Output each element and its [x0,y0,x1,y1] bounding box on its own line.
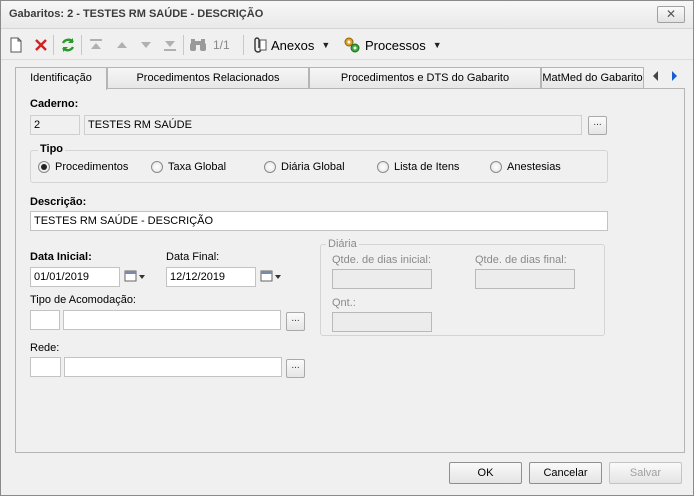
title-bar: Gabaritos: 2 - TESTES RM SAÚDE - DESCRIÇ… [1,1,693,29]
rede-label: Rede: [30,342,60,354]
data-inicial-input[interactable]: 01/01/2019 [30,267,120,287]
record-pager: 1/1 [213,38,230,52]
qtde-dias-final-label: Qtde. de dias final: [475,254,567,266]
toolbar-separator [183,35,184,55]
qtde-dias-inicial-input [332,269,432,289]
tipo-label: Tipo [38,143,66,155]
calendar-icon [260,270,282,285]
chevron-down-icon: ▼ [432,40,442,50]
descricao-input[interactable]: TESTES RM SAÚDE - DESCRIÇÃO [30,211,608,231]
tipo-acomodacao-lookup-button[interactable]: ... [286,312,305,331]
qtde-dias-final-input [475,269,575,289]
toolbar-separator [53,35,54,55]
radio-diaria-global[interactable]: Diária Global [264,161,345,173]
radio-label: Diária Global [281,161,345,173]
tipo-acomodacao-code-input[interactable] [30,310,60,330]
data-final-input[interactable]: 12/12/2019 [166,267,256,287]
ok-button[interactable]: OK [449,462,522,484]
caderno-lookup-button[interactable]: ... [588,116,607,135]
processos-label: Processos [365,37,426,53]
anexos-menu-button[interactable]: Anexos ▼ [251,35,330,55]
binoculars-icon [189,35,207,55]
radio-icon [490,161,502,173]
delete-icon[interactable] [33,35,49,55]
caderno-name-field: TESTES RM SAÚDE [84,115,582,135]
radio-label: Procedimentos [55,161,129,173]
tab-scroll-left-icon[interactable] [649,69,663,83]
paperclip-icon [251,36,267,54]
toolbar-separator [81,35,82,55]
radio-label: Lista de Itens [394,161,460,173]
qnt-label: Qnt.: [332,297,356,309]
diaria-label: Diária [326,238,359,250]
cancelar-button[interactable]: Cancelar [529,462,602,484]
toolbar: 1/1 Anexos ▼ Processos ▼ [1,30,693,60]
identificacao-panel: Caderno: 2 TESTES RM SAÚDE ... Tipo Proc… [15,88,685,453]
close-icon: ✕ [665,7,677,21]
calendar-icon [124,270,146,285]
new-document-icon[interactable] [9,35,23,55]
radio-anestesias[interactable]: Anestesias [490,161,561,173]
dialog-window: Gabaritos: 2 - TESTES RM SAÚDE - DESCRIÇ… [0,0,694,496]
first-record-icon [89,35,103,55]
descricao-label: Descrição: [30,196,87,208]
radio-label: Taxa Global [168,161,227,173]
tab-matmed[interactable]: MatMed do Gabarito [541,67,644,89]
rede-code-input[interactable] [30,357,61,377]
tab-strip: Identificação Procedimentos Relacionados… [15,67,685,90]
data-final-calendar-button[interactable] [256,268,286,286]
close-button[interactable]: ✕ [657,6,685,23]
tab-procedimentos-dts[interactable]: Procedimentos e DTS do Gabarito [309,67,541,89]
data-inicial-calendar-button[interactable] [120,268,150,286]
radio-procedimentos[interactable]: Procedimentos [38,161,128,173]
tab-identificacao[interactable]: Identificação [15,67,107,90]
refresh-icon[interactable] [59,35,77,55]
chevron-down-icon: ▼ [321,40,331,50]
previous-record-icon [115,35,129,55]
caderno-label: Caderno: [30,98,79,110]
radio-taxa-global[interactable]: Taxa Global [151,161,226,173]
radio-icon [377,161,389,173]
rede-lookup-button[interactable]: ... [286,359,305,378]
window-title: Gabaritos: 2 - TESTES RM SAÚDE - DESCRIÇ… [9,8,264,20]
gears-icon [343,36,361,54]
radio-label: Anestesias [507,161,561,173]
radio-lista-de-itens[interactable]: Lista de Itens [377,161,459,173]
radio-icon [151,161,163,173]
radio-selected-icon [38,161,50,173]
processos-menu-button[interactable]: Processos ▼ [343,35,442,55]
tab-procedimentos-relacionados[interactable]: Procedimentos Relacionados [107,67,309,89]
data-final-label: Data Final: [166,251,220,263]
salvar-button[interactable]: Salvar [609,462,682,484]
tab-scroll-right-icon[interactable] [667,69,681,83]
next-record-icon [139,35,153,55]
radio-icon [264,161,276,173]
tipo-acomodacao-name-input[interactable] [63,310,281,330]
data-inicial-label: Data Inicial: [30,251,92,263]
caderno-code-field: 2 [30,115,80,135]
toolbar-separator [243,35,244,55]
anexos-label: Anexos [271,37,315,53]
qtde-dias-inicial-label: Qtde. de dias inicial: [332,254,432,266]
rede-name-input[interactable] [64,357,282,377]
last-record-icon [163,35,177,55]
qnt-input [332,312,432,332]
tipo-acomodacao-label: Tipo de Acomodação: [30,294,136,306]
